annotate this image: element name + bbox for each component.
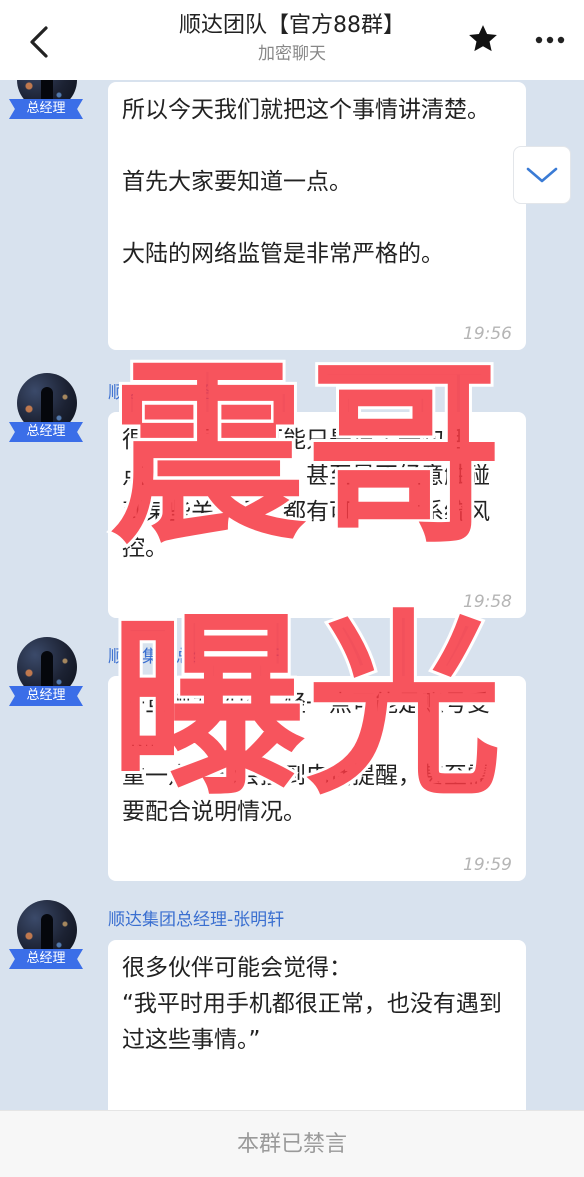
title-block: 顺达团队【官方88群】 加密聊天: [100, 10, 484, 66]
message-text: 很多伙伴可能会觉得： “我平时用手机都很正常，也没有遇到过这些事情。”: [122, 955, 502, 1053]
muted-notice: 本群已禁言: [236, 1132, 347, 1157]
message-text: 一旦触发风控，轻一点可能是账号受限。 重一点可能会接到电话提醒，甚至需要配合说明…: [122, 691, 490, 825]
role-badge: 总经理: [9, 949, 83, 969]
message-time: 19:59: [463, 855, 512, 875]
star-icon: [469, 25, 497, 52]
chat-subtitle: 加密聊天: [258, 44, 326, 64]
message-time: 19:58: [463, 592, 512, 612]
chevron-down-icon: [526, 167, 558, 183]
role-badge: 总经理: [9, 686, 83, 706]
more-dots-icon: [535, 36, 565, 44]
sender-avatar[interactable]: 总经理: [9, 373, 83, 443]
message-bubble[interactable]: 所以今天我们就把这个事情讲清楚。 首先大家要知道一点。 大陆的网络监管是非常严格…: [108, 82, 526, 350]
sender-avatar[interactable]: 总经理: [9, 900, 83, 970]
message-bubble[interactable]: 很多时候，你可能只是说了一句话、点开了一个内容，甚至是不经意触碰到某些关键词，都…: [108, 412, 526, 618]
role-badge: 总经理: [9, 99, 83, 119]
sender-name[interactable]: 顺达集团总经理-张明轩: [108, 642, 284, 667]
sender-avatar[interactable]: 总经理: [9, 637, 83, 707]
role-badge: 总经理: [9, 422, 83, 442]
sender-name[interactable]: 顺达集团总经理-张明轩: [108, 378, 284, 403]
chat-header: 顺达团队【官方88群】 加密聊天: [0, 0, 584, 80]
chevron-left-icon: [30, 26, 48, 58]
message-bubble[interactable]: 一旦触发风控，轻一点可能是账号受限。 重一点可能会接到电话提醒，甚至需要配合说明…: [108, 676, 526, 881]
message-text: 所以今天我们就把这个事情讲清楚。 首先大家要知道一点。 大陆的网络监管是非常严格…: [122, 97, 490, 267]
more-options-button[interactable]: [530, 22, 574, 58]
sender-name[interactable]: 顺达集团总经理-张明轩: [108, 905, 284, 930]
message-time: 19:56: [463, 324, 512, 344]
sender-avatar[interactable]: 总经理: [9, 80, 83, 120]
message-list[interactable]: 总经理 所以今天我们就把这个事情讲清楚。 首先大家要知道一点。 大陆的网络监管是…: [0, 80, 584, 1110]
favorite-button[interactable]: [466, 22, 506, 58]
input-bar: 本群已禁言: [0, 1110, 584, 1177]
message-bubble[interactable]: 很多伙伴可能会觉得： “我平时用手机都很正常，也没有遇到过这些事情。”: [108, 940, 526, 1110]
back-button[interactable]: [22, 22, 56, 62]
scroll-to-bottom-button[interactable]: [513, 146, 571, 204]
chat-title: 顺达团队【官方88群】: [179, 13, 405, 38]
message-text: 很多时候，你可能只是说了一句话、点开了一个内容，甚至是不经意触碰到某些关键词，都…: [122, 427, 490, 561]
